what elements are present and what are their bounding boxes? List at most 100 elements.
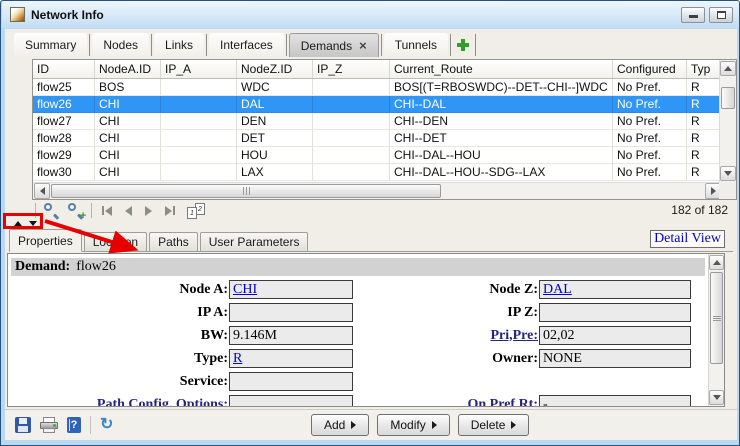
new-view-plus-icon[interactable] bbox=[453, 33, 473, 57]
minimize-button[interactable] bbox=[681, 7, 705, 23]
vertical-scroll-thumb[interactable] bbox=[721, 87, 735, 109]
field-value-link[interactable]: DAL bbox=[543, 282, 572, 297]
table-vertical-scrollbar[interactable] bbox=[719, 60, 736, 182]
table-row[interactable]: flow29CHIHOUCHI--DAL--HOUNo Pref.R bbox=[33, 147, 721, 164]
table-cell: DET bbox=[237, 130, 313, 147]
tab-interfaces[interactable]: Interfaces bbox=[209, 33, 284, 57]
column-header-typ[interactable]: Typ bbox=[687, 60, 721, 78]
properties-scroll-thumb[interactable] bbox=[710, 272, 723, 364]
next-record-button[interactable] bbox=[142, 206, 155, 216]
icon-part bbox=[243, 187, 244, 195]
tab-bar: SummaryNodesLinks Interfaces Demands×Tunne… bbox=[14, 31, 478, 57]
table-row[interactable]: flow28CHIDETCHI--DETNo Pref.R bbox=[33, 130, 721, 147]
column-header-nodea.id[interactable]: NodeA.ID bbox=[95, 60, 161, 78]
modify-button[interactable]: Modify bbox=[377, 414, 449, 436]
scroll-up-button[interactable] bbox=[720, 61, 736, 76]
field-box[interactable] bbox=[539, 303, 691, 322]
save-icon[interactable] bbox=[15, 417, 31, 433]
field-box[interactable]: 9.146M bbox=[229, 326, 353, 345]
field-box[interactable] bbox=[229, 303, 353, 322]
table-cell: DAL bbox=[237, 96, 313, 113]
tab-demands[interactable]: Demands× bbox=[289, 33, 379, 57]
table-cell: CHI--DEN bbox=[390, 113, 613, 130]
table-row[interactable]: flow30CHILAXCHI--DAL--HOU--SDG--LAXNo Pr… bbox=[33, 164, 721, 181]
field-box[interactable] bbox=[229, 395, 353, 406]
icon-part bbox=[173, 206, 175, 215]
table-cell: flow29 bbox=[33, 147, 95, 164]
tab-summary[interactable]: Summary bbox=[14, 33, 87, 57]
column-header-configured[interactable]: Configured bbox=[613, 60, 687, 78]
annotation-red-arrow bbox=[41, 215, 149, 259]
scroll-down-button[interactable] bbox=[709, 390, 724, 405]
field-box[interactable]: R bbox=[229, 349, 353, 368]
button-label: Delete bbox=[471, 418, 506, 432]
table-cell: CHI--DAL--HOU bbox=[390, 147, 613, 164]
subtab-user-parameters[interactable]: User Parameters bbox=[200, 232, 309, 251]
first-record-button[interactable] bbox=[99, 206, 115, 216]
field-label: Node A: bbox=[179, 282, 228, 297]
table-cell bbox=[161, 130, 237, 147]
field-box[interactable]: NONE bbox=[539, 349, 691, 368]
table-cell: R bbox=[687, 130, 721, 147]
demand-form: Node A:CHINode Z:DALIP A:IP Z:BW:9.146MP… bbox=[10, 278, 708, 406]
field-label-cell: Node A: bbox=[10, 282, 229, 298]
field-box[interactable]: - bbox=[539, 395, 691, 406]
field-label[interactable]: On Pref Rt: bbox=[468, 397, 539, 407]
previous-record-button[interactable] bbox=[122, 206, 135, 216]
field-value-link[interactable]: CHI bbox=[233, 282, 257, 297]
field-box[interactable] bbox=[229, 372, 353, 391]
goto-record-icon[interactable]: 21 bbox=[187, 203, 205, 219]
tab-tunnels[interactable]: Tunnels bbox=[384, 33, 448, 57]
table-cell bbox=[161, 79, 237, 96]
table-horizontal-scrollbar[interactable] bbox=[33, 182, 721, 199]
column-header-id[interactable]: ID bbox=[33, 60, 95, 78]
column-header-current_route[interactable]: Current_Route bbox=[390, 60, 613, 78]
scroll-left-button[interactable] bbox=[34, 183, 50, 199]
last-record-button[interactable] bbox=[162, 206, 178, 216]
scroll-up-button[interactable] bbox=[709, 255, 724, 270]
table-cell: DEN bbox=[237, 113, 313, 130]
table-row[interactable]: flow27CHIDENCHI--DENNo Pref.R bbox=[33, 113, 721, 130]
table-row[interactable]: flow25BOSWDCBOS[(T=RBOSWDC)--DET--CHI--]… bbox=[33, 79, 721, 96]
scrollbar-corner bbox=[719, 182, 736, 199]
field-box[interactable]: CHI bbox=[229, 280, 353, 299]
icon-part bbox=[713, 395, 721, 400]
scroll-down-button[interactable] bbox=[720, 166, 736, 181]
submenu-arrow-icon bbox=[351, 421, 356, 429]
horizontal-scroll-thumb[interactable] bbox=[51, 184, 441, 198]
table-cell: CHI bbox=[95, 130, 161, 147]
icon-part bbox=[711, 187, 716, 195]
icon-part bbox=[18, 426, 28, 432]
tab-label: Interfaces bbox=[220, 38, 273, 52]
table-cell: flow25 bbox=[33, 79, 95, 96]
titlebar[interactable]: Network Info bbox=[2, 1, 739, 28]
print-icon[interactable] bbox=[40, 417, 58, 433]
maximize-button[interactable] bbox=[709, 7, 733, 23]
detail-view-button[interactable]: Detail View bbox=[650, 230, 725, 248]
tab-nodes[interactable]: Nodes bbox=[92, 33, 149, 57]
field-label[interactable]: Pri,Pre: bbox=[490, 328, 538, 343]
column-header-ip_z[interactable]: IP_Z bbox=[313, 60, 390, 78]
field-box[interactable]: 02,02 bbox=[539, 326, 691, 345]
delete-button[interactable]: Delete bbox=[458, 414, 530, 436]
footer-bar: ? ↻ Add Modify Delete bbox=[5, 409, 737, 440]
table-row[interactable]: flow26CHIDALCHI--DALNo Pref.R bbox=[33, 96, 721, 113]
tab-close-icon[interactable]: × bbox=[359, 41, 367, 51]
demand-header: Demand:flow26 bbox=[11, 258, 705, 276]
field-value-link[interactable]: R bbox=[233, 351, 242, 366]
column-header-ip_a[interactable]: IP_A bbox=[161, 60, 237, 78]
field-box[interactable]: DAL bbox=[539, 280, 691, 299]
tab-separator bbox=[475, 34, 476, 56]
icon-part bbox=[105, 206, 112, 216]
icon-part bbox=[713, 316, 721, 317]
column-header-nodez.id[interactable]: NodeZ.ID bbox=[237, 60, 313, 78]
subtab-paths[interactable]: Paths bbox=[149, 232, 198, 251]
icon-part bbox=[249, 187, 250, 195]
refresh-icon[interactable]: ↻ bbox=[100, 417, 113, 433]
table-cell: No Pref. bbox=[613, 96, 687, 113]
add-button[interactable]: Add bbox=[311, 414, 369, 436]
properties-scrollbar[interactable] bbox=[708, 254, 724, 406]
tab-separator bbox=[206, 34, 207, 56]
tab-links[interactable]: Links bbox=[154, 33, 204, 57]
help-icon[interactable]: ? bbox=[67, 417, 81, 433]
